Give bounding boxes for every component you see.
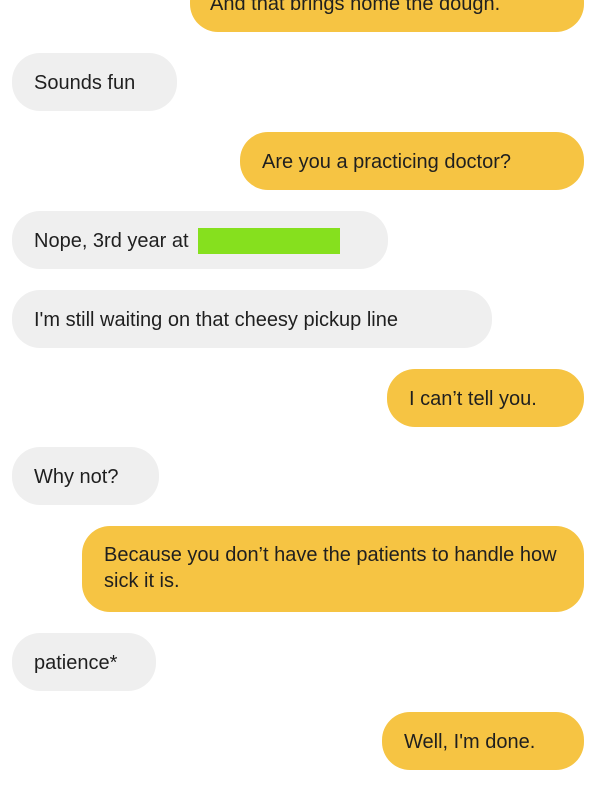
message-text: Nope, 3rd year at [34,229,189,252]
message-text: Because you don’t have the patients to h… [104,544,557,592]
sent-message: Are you a practicing doctor? [240,132,584,190]
message-text: And that brings home the dough. [210,0,501,15]
message-text: Sounds fun [34,71,136,94]
sent-message: I can’t tell you. [387,369,584,427]
message-text: patience* [34,651,118,674]
message-text: Are you a practicing doctor? [262,150,512,173]
received-message: Why not? [12,447,159,505]
message-text: Why not? [34,465,119,488]
received-message: I'm still waiting on that cheesy pickup … [12,290,492,348]
sent-message: Well, I'm done. [382,712,584,770]
received-message: patience* [12,633,156,691]
redaction-block [198,227,341,254]
message-text: Well, I'm done. [404,730,536,753]
message-thread: And that brings home the dough. Sounds f… [0,0,599,792]
received-message: Sounds fun [12,53,177,111]
sent-message: Because you don’t have the patients to h… [82,526,584,612]
received-message: Nope, 3rd year at [12,211,388,269]
sent-message: And that brings home the dough. [190,0,584,32]
message-text: I can’t tell you. [409,387,537,410]
message-text: I'm still waiting on that cheesy pickup … [34,308,398,331]
